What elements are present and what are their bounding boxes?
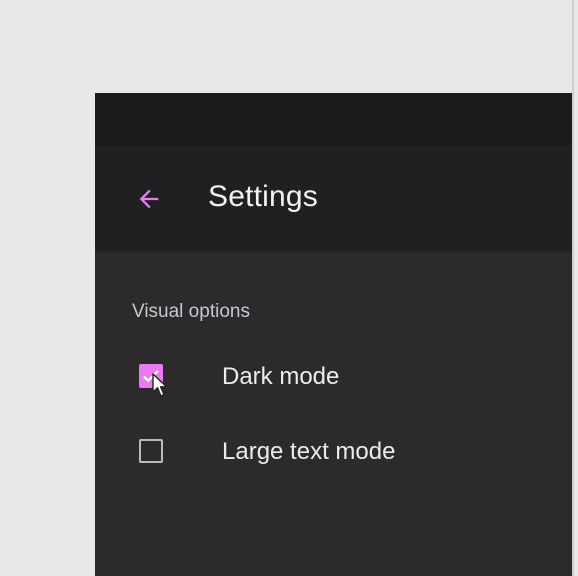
check-icon: [143, 370, 159, 383]
large-text-mode-label: Large text mode: [222, 438, 396, 465]
app-bar: Settings: [95, 145, 572, 250]
status-bar: [95, 93, 572, 145]
app-screen: Settings Visual options Dark mode Large …: [95, 93, 572, 576]
large-text-mode-checkbox[interactable]: [139, 439, 163, 463]
window-edge: [572, 0, 574, 576]
back-button[interactable]: [125, 175, 173, 223]
section-header: Visual options: [132, 301, 250, 322]
option-large-text-mode[interactable]: Large text mode: [95, 421, 572, 481]
dark-mode-label: Dark mode: [222, 363, 340, 390]
option-dark-mode[interactable]: Dark mode: [95, 346, 572, 406]
page-title: Settings: [208, 180, 318, 213]
dark-mode-checkbox[interactable]: [139, 364, 163, 388]
arrow-left-icon: [135, 185, 163, 213]
